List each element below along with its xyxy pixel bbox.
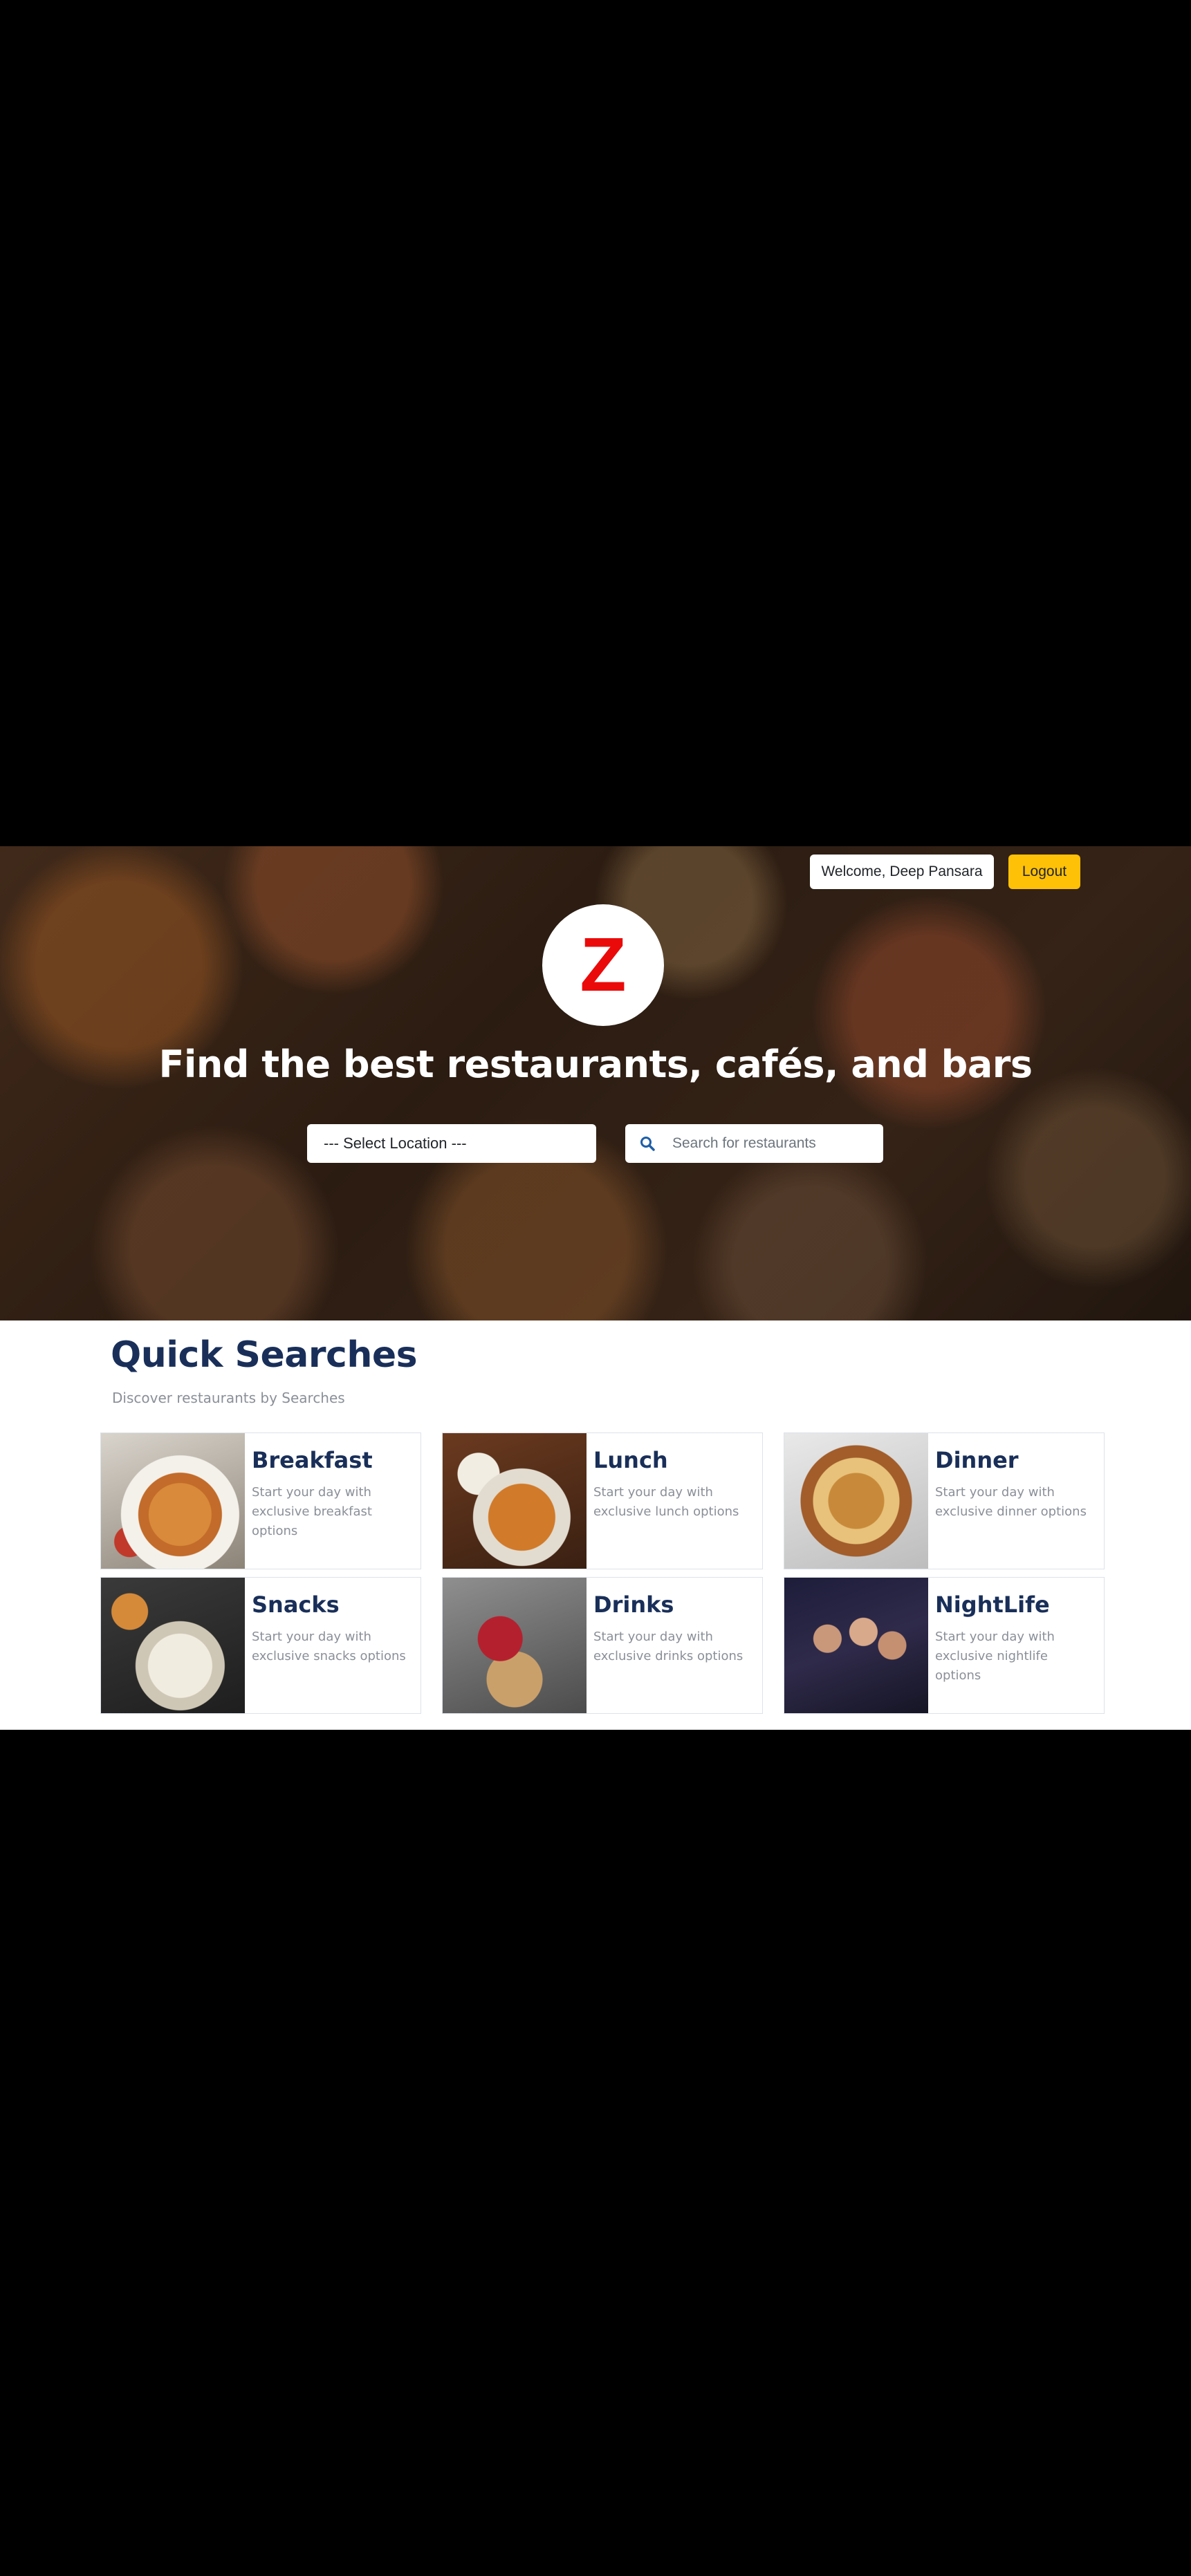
- card-description: Start your day with exclusive snacks opt…: [252, 1630, 406, 1663]
- logout-button[interactable]: Logout: [1008, 855, 1080, 889]
- logo-letter: Z: [580, 922, 627, 1007]
- card-title: Breakfast: [252, 1447, 373, 1473]
- card-body: Drinks Start your day with exclusive dri…: [587, 1578, 762, 1713]
- nightlife-image: [784, 1578, 928, 1713]
- welcome-user-button[interactable]: Welcome, Deep Pansara: [810, 855, 994, 889]
- card-description: Start your day with exclusive dinner opt…: [935, 1485, 1087, 1519]
- quick-searches-subheading: Discover restaurants by Searches: [112, 1390, 345, 1406]
- card-description: Start your day with exclusive nightlife …: [935, 1630, 1055, 1683]
- card-body: NightLife Start your day with exclusive …: [928, 1578, 1104, 1713]
- card-title: Snacks: [252, 1592, 340, 1618]
- drinks-image: [443, 1578, 587, 1713]
- card-title: Dinner: [935, 1447, 1019, 1473]
- quick-search-card-breakfast[interactable]: Breakfast Start your day with exclusive …: [100, 1432, 421, 1569]
- logo: Z: [542, 904, 664, 1026]
- card-title: Drinks: [593, 1592, 674, 1618]
- hero-title: Find the best restaurants, cafés, and ba…: [158, 1043, 1033, 1086]
- lunch-image: [443, 1433, 587, 1569]
- card-body: Snacks Start your day with exclusive sna…: [245, 1578, 421, 1713]
- card-body: Breakfast Start your day with exclusive …: [245, 1433, 421, 1569]
- quick-search-card-snacks[interactable]: Snacks Start your day with exclusive sna…: [100, 1577, 421, 1714]
- card-body: Dinner Start your day with exclusive din…: [928, 1433, 1104, 1569]
- card-description: Start your day with exclusive lunch opti…: [593, 1485, 739, 1519]
- breakfast-image: [101, 1433, 245, 1569]
- card-description: Start your day with exclusive drinks opt…: [593, 1630, 744, 1663]
- search-input[interactable]: [671, 1135, 867, 1152]
- quick-searches-heading: Quick Searches: [111, 1334, 418, 1376]
- location-select[interactable]: --- Select Location ---: [307, 1124, 596, 1163]
- snacks-image: [101, 1578, 245, 1713]
- dinner-image: [784, 1433, 928, 1569]
- quick-search-card-dinner[interactable]: Dinner Start your day with exclusive din…: [784, 1432, 1105, 1569]
- search-box[interactable]: [625, 1124, 883, 1163]
- search-icon: [640, 1137, 655, 1151]
- card-title: NightLife: [935, 1592, 1050, 1618]
- card-body: Lunch Start your day with exclusive lunc…: [587, 1433, 762, 1569]
- card-title: Lunch: [593, 1447, 668, 1473]
- quick-search-card-lunch[interactable]: Lunch Start your day with exclusive lunc…: [442, 1432, 763, 1569]
- location-select-value: --- Select Location ---: [324, 1135, 467, 1152]
- hero-banner: Welcome, Deep Pansara Logout Z Find the …: [0, 846, 1191, 1320]
- app-window: Welcome, Deep Pansara Logout Z Find the …: [0, 846, 1191, 1730]
- card-description: Start your day with exclusive breakfast …: [252, 1485, 372, 1538]
- quick-search-card-drinks[interactable]: Drinks Start your day with exclusive dri…: [442, 1577, 763, 1714]
- quick-search-card-nightlife[interactable]: NightLife Start your day with exclusive …: [784, 1577, 1105, 1714]
